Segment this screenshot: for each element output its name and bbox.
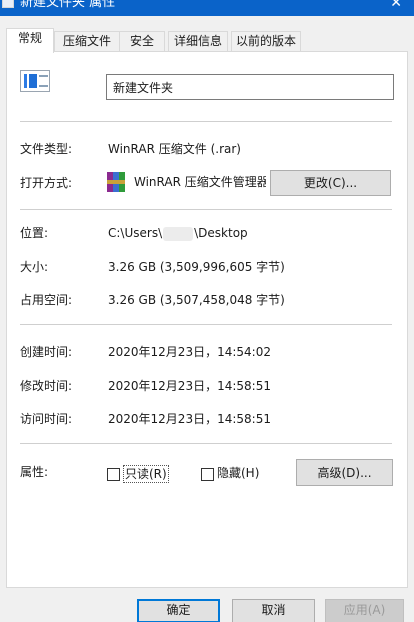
tab-general[interactable]: 常规	[6, 28, 54, 53]
tab-security[interactable]: 安全	[119, 31, 165, 52]
name-field[interactable]	[106, 74, 394, 100]
tab-details[interactable]: 详细信息	[168, 31, 228, 52]
readonly-checkbox[interactable]	[107, 468, 120, 481]
accessed-value: 2020年12月23日，14:58:51	[108, 412, 271, 426]
title-bar: 新建文件夹 属性 ✕	[0, 0, 414, 16]
cancel-button[interactable]: 取消	[232, 599, 315, 622]
hidden-checkbox[interactable]	[201, 468, 214, 481]
close-icon[interactable]: ✕	[390, 0, 402, 12]
created-value: 2020年12月23日，14:54:02	[108, 345, 271, 359]
accessed-label: 访问时间:	[20, 412, 73, 426]
change-button[interactable]: 更改(C)...	[270, 170, 391, 196]
advanced-button[interactable]: 高级(D)...	[296, 459, 393, 486]
tab-previous-versions[interactable]: 以前的版本	[231, 31, 301, 52]
created-label: 创建时间:	[20, 345, 73, 359]
location-label: 位置:	[20, 226, 49, 240]
tab-bar: 常规 压缩文件 安全 详细信息 以前的版本	[6, 28, 410, 53]
redacted-username	[163, 226, 194, 241]
readonly-label[interactable]: 只读(R)	[123, 465, 169, 483]
hidden-label[interactable]: 隐藏(H)	[217, 465, 259, 481]
location-suffix: \Desktop	[194, 226, 248, 240]
apply-button[interactable]: 应用(A)	[325, 599, 404, 622]
folder-icon-lines	[39, 75, 48, 87]
location-value: C:\Users\ \Desktop	[108, 225, 248, 241]
modified-label: 修改时间:	[20, 379, 73, 393]
size-on-disk-label: 占用空间:	[20, 293, 73, 307]
divider	[20, 209, 392, 210]
tab-archive[interactable]: 压缩文件	[54, 31, 120, 52]
file-type-label: 文件类型:	[20, 142, 73, 156]
size-value: 3.26 GB (3,509,996,605 字节)	[108, 260, 285, 274]
divider	[20, 121, 392, 122]
ok-button[interactable]: 确定	[137, 599, 220, 622]
attributes-label: 属性:	[20, 465, 49, 479]
modified-value: 2020年12月23日，14:58:51	[108, 379, 271, 393]
open-with-label: 打开方式:	[20, 176, 73, 190]
location-prefix: C:\Users\	[108, 226, 163, 240]
divider	[20, 443, 392, 444]
folder-icon	[20, 70, 50, 92]
window-icon	[2, 0, 14, 8]
file-type-value: WinRAR 压缩文件 (.rar)	[108, 142, 241, 156]
size-on-disk-value: 3.26 GB (3,507,458,048 字节)	[108, 293, 285, 307]
size-label: 大小:	[20, 260, 49, 274]
divider	[20, 324, 392, 325]
folder-icon-bar	[24, 74, 27, 88]
winrar-icon	[107, 172, 125, 192]
winrar-icon-strap	[107, 180, 125, 184]
general-panel	[6, 51, 408, 588]
open-with-value: WinRAR 压缩文件管理器	[134, 175, 266, 189]
window-title: 新建文件夹 属性	[20, 0, 116, 10]
folder-icon-bar	[29, 74, 37, 88]
